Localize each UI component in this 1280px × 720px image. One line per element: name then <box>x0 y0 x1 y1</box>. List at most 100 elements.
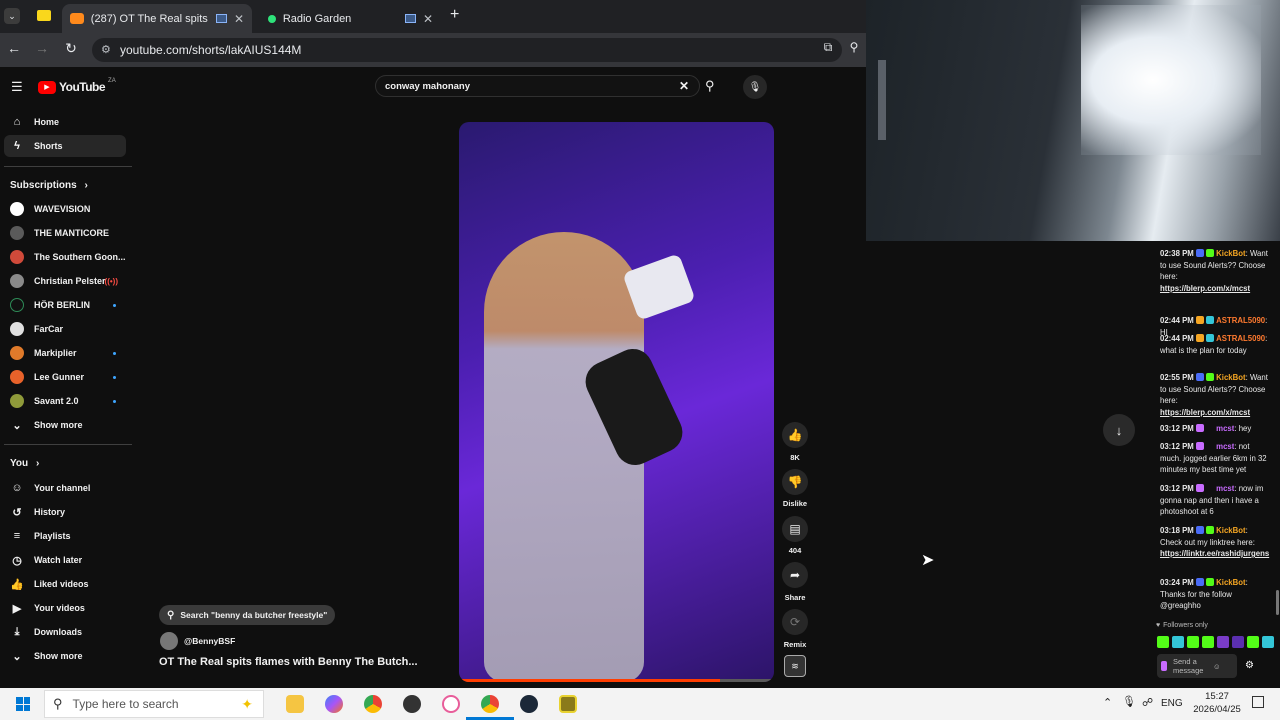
emote-icon[interactable] <box>1247 636 1259 648</box>
reload-icon[interactable]: ↻ <box>61 40 81 57</box>
remix-button[interactable]: ⟳ <box>782 609 808 635</box>
sidebar-item-playlists[interactable]: ≡ Playlists <box>4 525 126 547</box>
comments-button[interactable]: ▤ <box>782 516 808 542</box>
obs-icon[interactable] <box>403 695 421 713</box>
tab-audio-icon[interactable] <box>216 14 227 23</box>
emote-icon[interactable] <box>1187 636 1199 648</box>
share-button[interactable]: ➦ <box>782 562 808 588</box>
subscription-markiplier[interactable]: Markiplier <box>4 342 126 364</box>
sidebar-item-shorts[interactable]: ϟ Shorts <box>4 135 126 157</box>
subscriptions-heading[interactable]: Subscriptions › <box>10 180 88 191</box>
tray-chevron-up-icon[interactable]: ⌃ <box>1103 696 1112 709</box>
sidebar-item-your-channel[interactable]: ☺ Your channel <box>4 477 126 499</box>
video-icon: ▶ <box>12 602 22 615</box>
emote-icon[interactable] <box>1262 636 1274 648</box>
voice-search-icon[interactable]: 🎙 <box>743 75 767 99</box>
chrome-icon[interactable] <box>364 695 382 713</box>
emote-row[interactable] <box>1157 636 1274 648</box>
search-input[interactable]: conway mahonany ✕ <box>375 75 700 97</box>
progress-fill <box>459 679 721 682</box>
chat-username[interactable]: KickBot <box>1216 578 1245 587</box>
sidebar-item-home[interactable]: ⌂ Home <box>4 111 126 133</box>
chat-username[interactable]: KickBot <box>1216 249 1245 258</box>
short-title[interactable]: OT The Real spits flames with Benny The … <box>159 656 418 668</box>
sidebar-item-your-videos[interactable]: ▶ Your videos <box>4 597 126 619</box>
subscription-christian-pelster[interactable]: Christian Pelster ((•)) <box>4 270 126 292</box>
chat-username[interactable]: ASTRAL5090 <box>1216 334 1265 343</box>
progress-track[interactable] <box>459 679 774 682</box>
chat-link[interactable]: https://linktr.ee/rashidjurgens <box>1160 549 1269 558</box>
you-heading[interactable]: You › <box>10 458 39 469</box>
show-more-subscriptions-button[interactable]: ⌄ Show more <box>4 414 126 436</box>
home-icon: ⌂ <box>13 116 21 128</box>
windows-start-icon[interactable] <box>16 697 30 711</box>
chat-username[interactable]: mcst <box>1216 424 1234 433</box>
chat-username[interactable]: mcst <box>1216 442 1234 451</box>
chat-scrollbar[interactable] <box>1276 590 1279 615</box>
tab-radio-garden[interactable]: Radio Garden ✕ <box>256 4 441 33</box>
search-suggestion-chip[interactable]: ⚲ Search "benny da butcher freestyle" <box>159 605 336 625</box>
subscription-the-manticore[interactable]: THE MANTICORE <box>4 222 126 244</box>
language-indicator[interactable]: ENG <box>1161 698 1183 709</box>
close-tab-icon[interactable]: ✕ <box>423 12 433 26</box>
close-tab-icon[interactable]: ✕ <box>234 12 244 26</box>
chrome-active-icon[interactable] <box>481 695 499 713</box>
chat-settings-icon[interactable]: ⚙ <box>1245 660 1254 671</box>
short-video-player[interactable] <box>459 122 774 682</box>
subscription-farcar[interactable]: FarCar <box>4 318 126 340</box>
back-icon[interactable]: ← <box>4 40 24 56</box>
chat-input[interactable]: Send a message ☺ <box>1157 654 1237 678</box>
network-icon[interactable]: ☍ <box>1142 696 1153 709</box>
subscription-the-southern-goon[interactable]: The Southern Goon... <box>4 246 126 268</box>
paint-icon[interactable] <box>442 695 460 713</box>
dislike-button[interactable]: 👎 <box>782 469 808 495</box>
site-info-icon[interactable]: ⚙ <box>101 43 111 56</box>
emote-icon[interactable] <box>1202 636 1214 648</box>
channel-row[interactable]: @BennyBSF <box>160 632 235 650</box>
subscription-hor-berlin[interactable]: HÖR BERLIN <box>4 294 126 316</box>
subscription-wavevision[interactable]: WAVEVISION <box>4 198 126 220</box>
comment-count: 404 <box>788 546 802 555</box>
audio-sound-button[interactable]: ≋ <box>784 655 806 677</box>
search-icon[interactable]: ⚲ <box>705 78 715 94</box>
emote-icon[interactable] <box>1157 636 1169 648</box>
chat-username[interactable]: mcst <box>1216 484 1234 493</box>
game-app-icon[interactable] <box>559 695 577 713</box>
emoji-icon[interactable]: ☺ <box>1213 662 1221 671</box>
zoom-icon[interactable]: ⚲ <box>844 40 864 54</box>
sidebar-item-watch-later[interactable]: ◷ Watch later <box>4 549 126 571</box>
taskbar-search-box[interactable]: ⚲ Type here to search ✦ <box>44 690 264 718</box>
address-bar[interactable]: ⚙ youtube.com/shorts/lakAIUS144M <box>92 38 842 62</box>
chat-link[interactable]: https://blerp.com/x/mcst <box>1160 284 1250 293</box>
clear-search-icon[interactable]: ✕ <box>679 79 689 93</box>
folder-icon[interactable] <box>37 10 51 21</box>
show-more-you-button[interactable]: ⌄ Show more <box>4 645 126 667</box>
sidebar-item-downloads[interactable]: ⤓ Downloads <box>4 621 126 643</box>
tab-youtube[interactable]: (287) OT The Real spits flam ✕ <box>62 4 252 33</box>
notification-icon[interactable] <box>1252 696 1264 708</box>
chat-username[interactable]: KickBot <box>1216 373 1245 382</box>
new-tab-button[interactable]: + <box>450 6 459 24</box>
chat-username[interactable]: KickBot <box>1216 526 1245 535</box>
microphone-icon[interactable]: 🎙 <box>1122 695 1136 708</box>
file-explorer-icon[interactable] <box>286 695 304 713</box>
subscription-savant[interactable]: Savant 2.0 <box>4 390 126 412</box>
tab-list-chevron-icon[interactable]: ⌄ <box>4 8 20 24</box>
sidebar-item-liked-videos[interactable]: 👍 Liked videos <box>4 573 126 595</box>
sidebar-item-history[interactable]: ↺ History <box>4 501 126 523</box>
clock[interactable]: 15:27 2026/04/25 <box>1192 690 1242 716</box>
install-app-icon[interactable]: ⧉ <box>818 40 838 55</box>
emote-icon[interactable] <box>1217 636 1229 648</box>
sidebar-item-label: Liked videos <box>34 579 89 589</box>
chat-link[interactable]: https://blerp.com/x/mcst <box>1160 408 1250 417</box>
subscription-lee-gunner[interactable]: Lee Gunner <box>4 366 126 388</box>
like-button[interactable]: 👍 <box>782 422 808 448</box>
scroll-down-button[interactable]: ↓ <box>1103 414 1135 446</box>
tab-audio-icon[interactable] <box>405 14 416 23</box>
emote-icon[interactable] <box>1232 636 1244 648</box>
copilot-icon[interactable] <box>325 695 343 713</box>
steam-icon[interactable] <box>520 695 538 713</box>
emote-icon[interactable] <box>1172 636 1184 648</box>
chat-username[interactable]: ASTRAL5090 <box>1216 316 1265 325</box>
forward-icon[interactable]: → <box>32 40 52 56</box>
